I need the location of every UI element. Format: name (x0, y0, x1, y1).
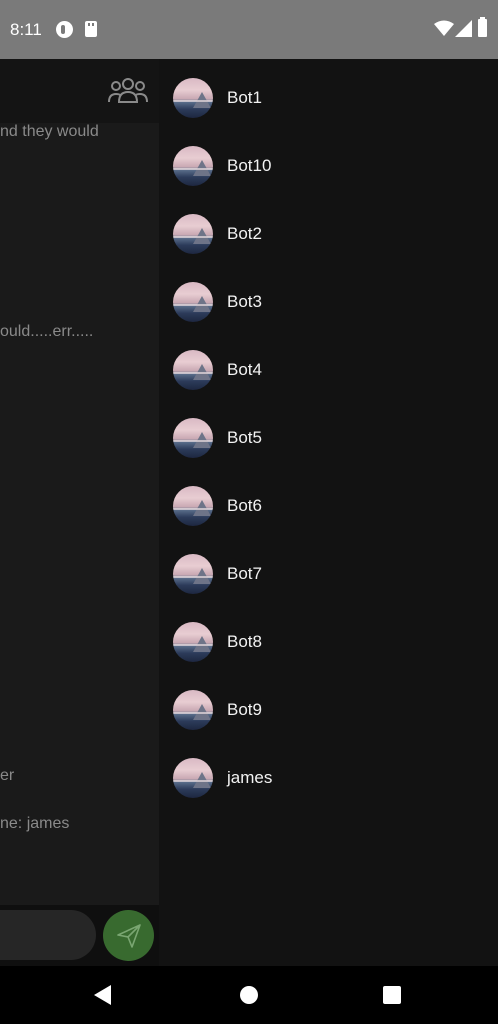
chat-message: er (0, 767, 15, 784)
chat-message: nd they would (0, 123, 99, 140)
send-icon (117, 924, 141, 948)
user-name: Bot2 (227, 224, 262, 243)
navigation-bar (0, 966, 498, 1024)
status-time: 8:11 (10, 20, 42, 39)
wifi-icon (434, 20, 454, 36)
user-name: Bot8 (227, 632, 262, 651)
user-name: Bot3 (227, 292, 262, 311)
user-item-bot6[interactable]: Bot6 (159, 476, 498, 536)
user-item-bot5[interactable]: Bot5 (159, 408, 498, 468)
sd-card-icon (85, 21, 97, 37)
chat-message: ould.....err..... (0, 323, 94, 340)
user-item-bot7[interactable]: Bot7 (159, 544, 498, 604)
home-icon[interactable] (240, 986, 258, 1004)
user-name: Bot7 (227, 564, 262, 583)
user-name: Bot4 (227, 360, 262, 379)
send-button[interactable] (103, 910, 154, 961)
avatar (173, 690, 213, 730)
notification-icon (56, 21, 73, 38)
avatar (173, 554, 213, 594)
chat-header (0, 59, 159, 123)
user-name: james (227, 768, 273, 787)
user-name: Bot5 (227, 428, 262, 447)
status-bar: 8:11 (0, 0, 498, 59)
chat-input-bar (0, 905, 159, 966)
avatar (173, 78, 213, 118)
avatar (173, 146, 213, 186)
avatar (173, 282, 213, 322)
avatar (173, 418, 213, 458)
avatar (173, 622, 213, 662)
chat-message: ne: james (0, 815, 70, 832)
user-name: Bot9 (227, 700, 262, 719)
screen: 8:11 nd they would ould.....err..... er … (0, 0, 498, 1024)
user-name: Bot6 (227, 496, 262, 515)
user-item-bot2[interactable]: Bot2 (159, 204, 498, 264)
chat-background: nd they would ould.....err..... er ne: j… (0, 59, 159, 966)
avatar (173, 214, 213, 254)
user-item-bot8[interactable]: Bot8 (159, 612, 498, 672)
group-icon[interactable] (108, 75, 148, 105)
user-name: Bot10 (227, 156, 272, 175)
back-icon[interactable] (94, 985, 111, 1005)
user-name: Bot1 (227, 88, 262, 107)
recents-icon[interactable] (383, 986, 401, 1004)
user-item-bot9[interactable]: Bot9 (159, 680, 498, 740)
user-item-bot4[interactable]: Bot4 (159, 340, 498, 400)
user-item-james[interactable]: james (159, 748, 498, 808)
battery-icon (478, 17, 487, 37)
user-item-bot1[interactable]: Bot1 (159, 68, 498, 128)
avatar (173, 486, 213, 526)
user-item-bot3[interactable]: Bot3 (159, 272, 498, 332)
users-drawer: Bot1 Bot10 Bot2 Bot3 Bot4 Bot5 Bot6 Bot7… (159, 59, 498, 966)
user-item-bot10[interactable]: Bot10 (159, 136, 498, 196)
signal-icon (455, 20, 472, 37)
avatar (173, 758, 213, 798)
avatar (173, 350, 213, 390)
message-input[interactable] (0, 910, 96, 960)
